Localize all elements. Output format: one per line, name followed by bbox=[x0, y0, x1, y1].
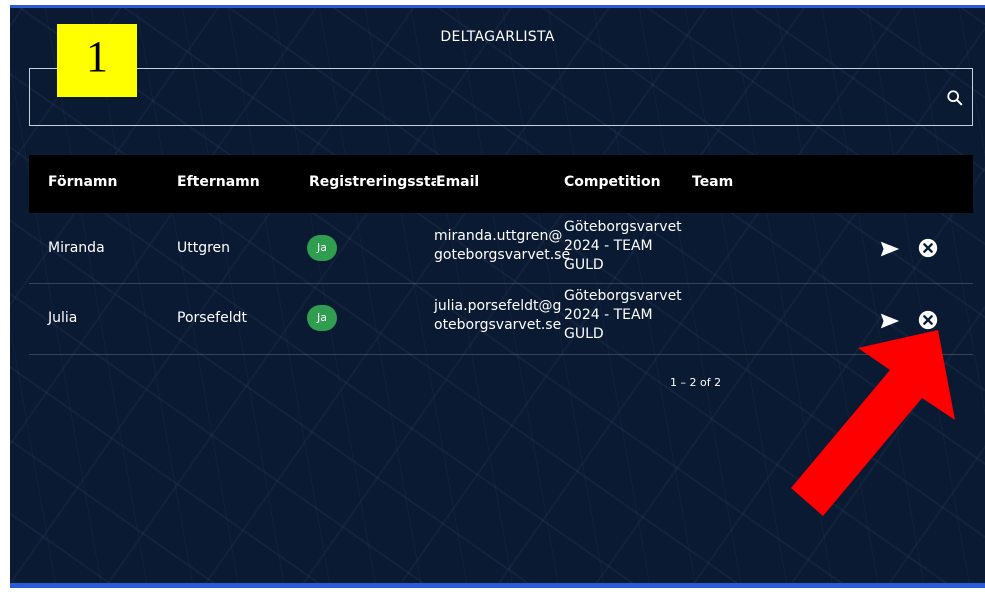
status-badge: Ja bbox=[307, 235, 337, 261]
pagination-range: 1 – 2 of 2 bbox=[670, 376, 722, 389]
search-box[interactable] bbox=[29, 68, 973, 126]
column-header-last-name[interactable]: Efternamn bbox=[177, 174, 260, 190]
page-title: DELTAGARLISTA bbox=[440, 29, 555, 45]
last-name-cell: Porsefeldt bbox=[177, 310, 247, 326]
column-header-registration-status[interactable]: Registreringsstatus bbox=[309, 174, 436, 190]
competition-cell: Göteborgsvarvet 2024 - TEAM GULD bbox=[564, 219, 682, 273]
first-name-cell: Miranda bbox=[48, 240, 105, 256]
bottom-accent-line bbox=[10, 583, 985, 588]
column-header-email[interactable]: Email bbox=[436, 174, 479, 190]
competition-cell: Göteborgsvarvet 2024 - TEAM GULD bbox=[564, 288, 682, 342]
top-accent-line bbox=[10, 5, 985, 8]
column-header-competition[interactable]: Competition bbox=[564, 174, 661, 190]
step-number-badge: 1 bbox=[57, 24, 137, 97]
remove-icon[interactable] bbox=[917, 309, 939, 331]
column-header-team[interactable]: Team bbox=[692, 174, 733, 190]
search-input[interactable] bbox=[30, 69, 930, 125]
column-header-first-name[interactable]: Förnamn bbox=[48, 174, 118, 190]
search-icon[interactable] bbox=[946, 89, 964, 107]
remove-icon[interactable] bbox=[917, 237, 939, 259]
table-row[interactable]: Miranda Uttgren Ja miranda.uttgren@ gote… bbox=[29, 213, 973, 284]
red-arrow-annotation bbox=[791, 330, 955, 516]
table-header: Förnamn Efternamn Registreringsstatus Em… bbox=[29, 155, 973, 213]
send-icon[interactable] bbox=[879, 310, 901, 332]
last-name-cell: Uttgren bbox=[177, 240, 231, 256]
send-icon[interactable] bbox=[879, 238, 901, 260]
status-badge: Ja bbox=[307, 305, 337, 331]
email-cell: miranda.uttgren@ goteborgsvarvet.se bbox=[434, 228, 571, 263]
first-name-cell: Julia bbox=[48, 310, 78, 326]
email-cell: julia.porsefeldt@g oteborgsvarvet.se bbox=[434, 298, 562, 333]
